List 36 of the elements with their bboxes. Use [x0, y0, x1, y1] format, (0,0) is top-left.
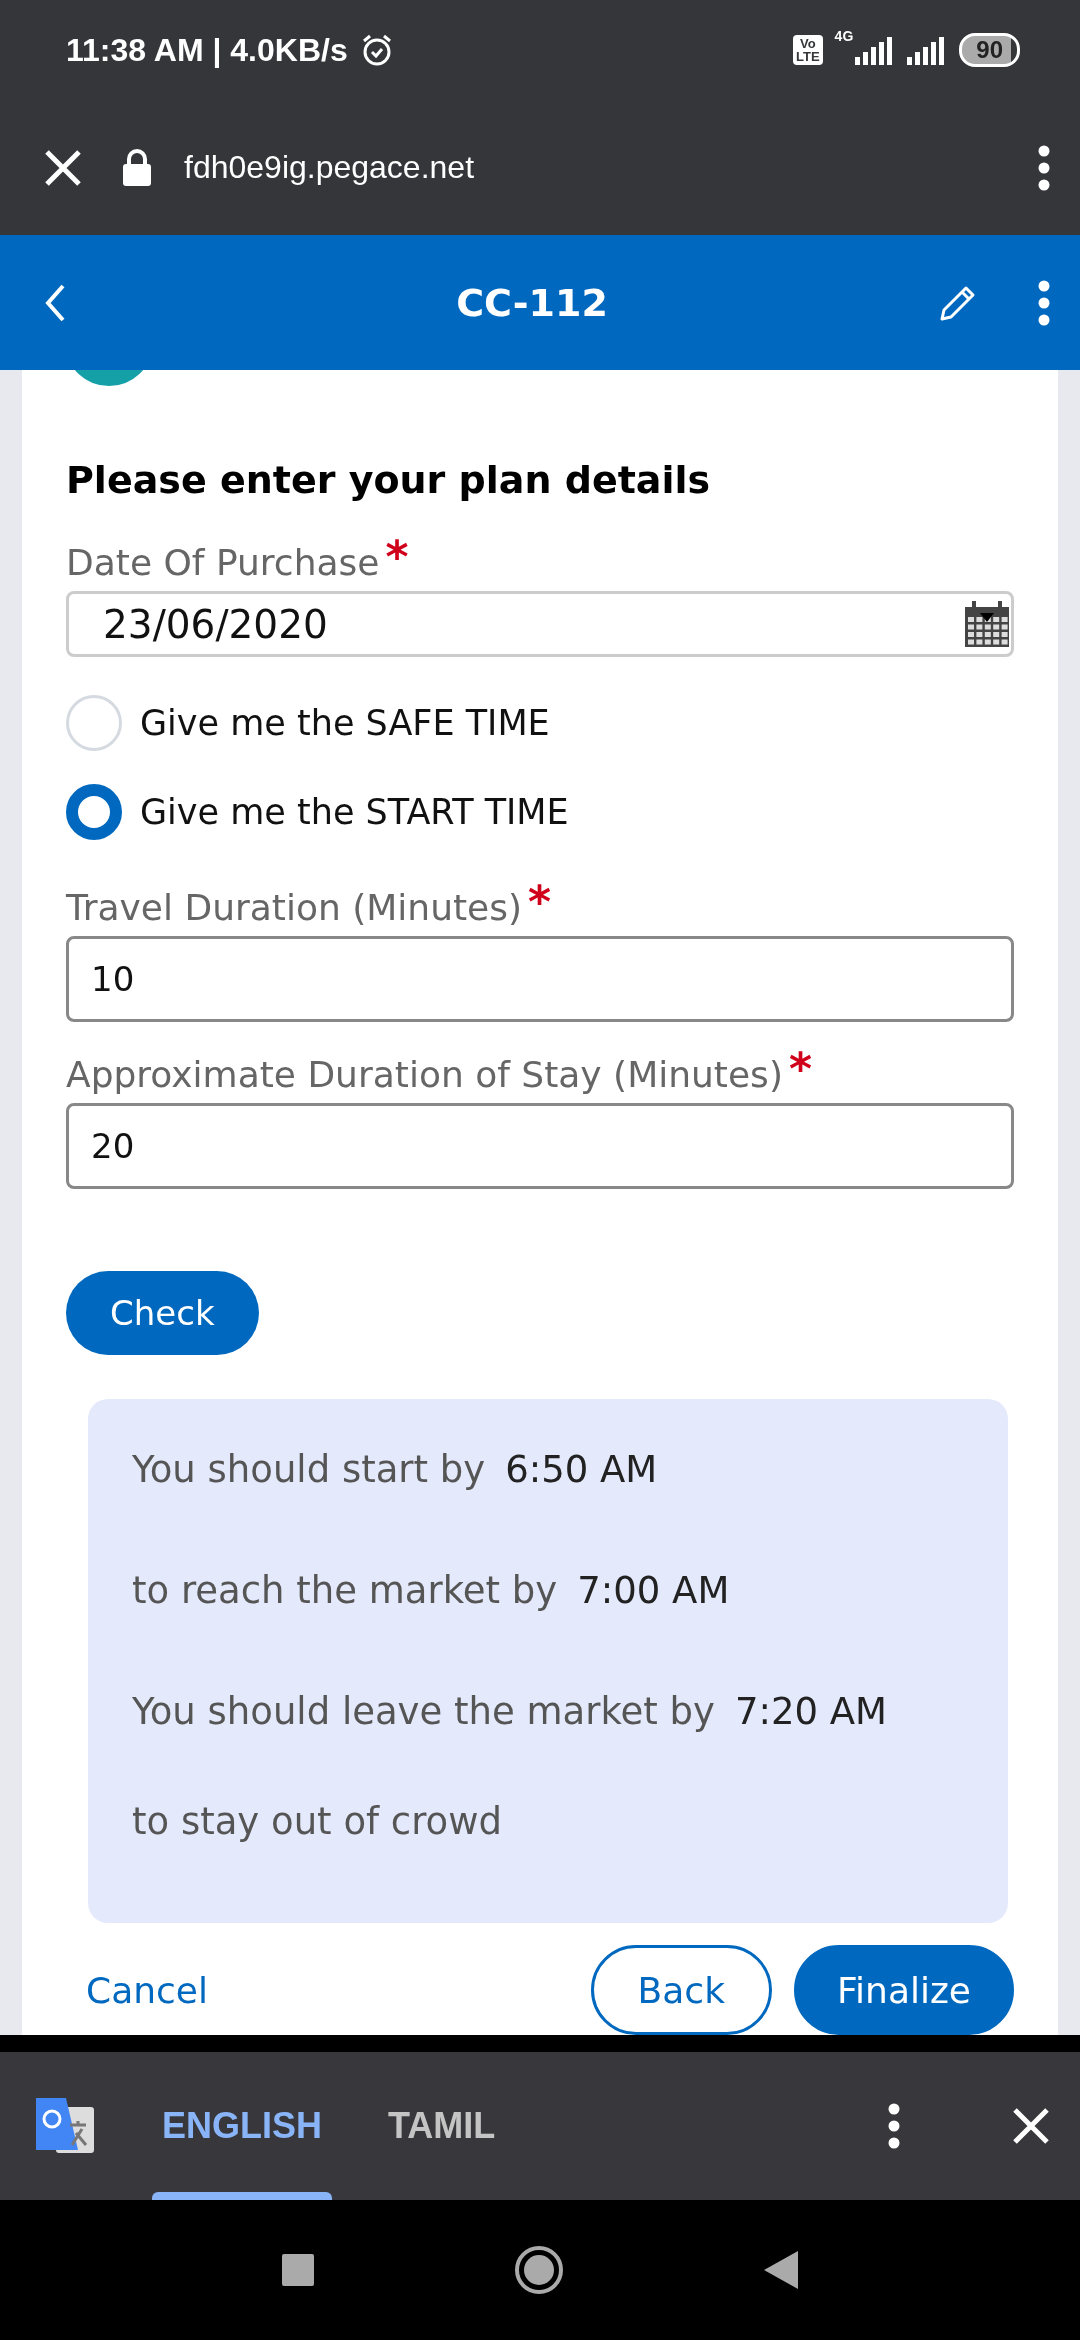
network-type: 4G	[834, 28, 854, 44]
form-heading: Please enter your plan details	[66, 458, 712, 502]
input-field[interactable]: 10	[66, 936, 1014, 1022]
lock-icon	[122, 148, 152, 187]
url-text[interactable]: fdh0e9ig.pegace.net	[184, 149, 475, 186]
finalize-button[interactable]: Finalize	[794, 1945, 1014, 2035]
close-icon[interactable]	[44, 148, 82, 187]
radio-label[interactable]: Give me the START TIME	[140, 792, 569, 832]
page-title: CC-112	[455, 280, 609, 325]
back-icon[interactable]	[764, 2251, 798, 2289]
back-button[interactable]: Back	[590, 1945, 772, 2035]
menu-icon[interactable]	[1038, 144, 1050, 191]
menu-icon[interactable]	[1038, 279, 1050, 326]
check-button[interactable]: Check	[66, 1271, 259, 1355]
result-text: You should leave the market by 7:20 AM	[132, 1689, 889, 1736]
cancel-link[interactable]: Cancel	[66, 1969, 569, 2011]
back-icon[interactable]	[44, 282, 66, 323]
language-tab[interactable]: ENGLISH	[152, 2052, 332, 2200]
radio-button[interactable]	[66, 784, 122, 840]
battery-indicator: 90	[959, 33, 1020, 67]
home-icon[interactable]	[514, 2245, 564, 2295]
field-label: Travel Duration (Minutes)	[66, 887, 523, 928]
menu-icon[interactable]	[888, 2103, 900, 2149]
date-field[interactable]: 23/06/2020	[66, 591, 1014, 657]
field-label: Approximate Duration of Stay (Minutes)	[66, 1054, 783, 1095]
status-time: 11:38 AM | 4.0KB/s	[66, 31, 348, 69]
language-tab[interactable]: TAMIL	[378, 2052, 506, 2200]
result-text: to stay out of crowd	[132, 1799, 503, 1846]
volte-badge: Vo LTE	[793, 35, 823, 65]
calendar-icon[interactable]	[962, 599, 1012, 649]
field-label: Date Of Purchase	[66, 542, 380, 583]
input-field[interactable]: 20	[66, 1103, 1014, 1189]
close-icon[interactable]	[1012, 2107, 1050, 2145]
result-text: to reach the market by 7:00 AM	[132, 1568, 731, 1615]
result-text: You should start by 6:50 AM	[132, 1447, 659, 1494]
radio-label[interactable]: Give me the SAFE TIME	[140, 703, 550, 743]
